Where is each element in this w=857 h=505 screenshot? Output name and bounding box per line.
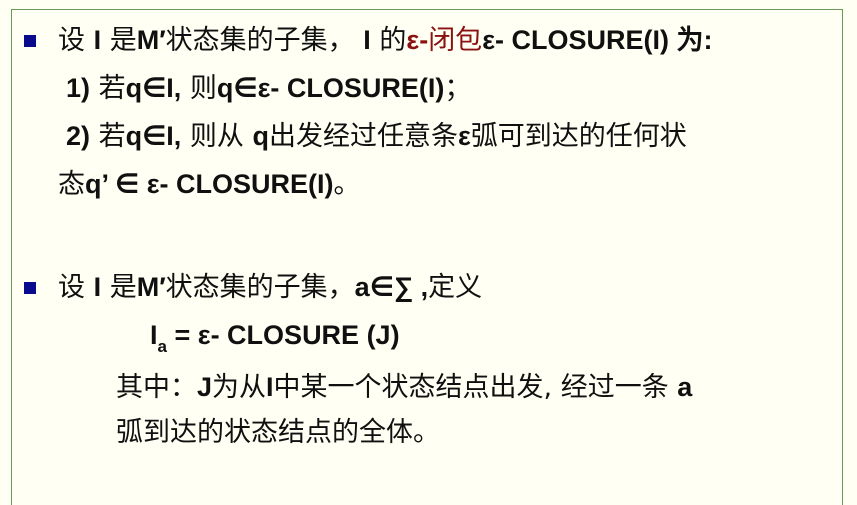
subscript-a: a xyxy=(157,337,167,356)
rule-1-line: 1) 若q∈I, 则q∈ε- CLOSURE(I)； xyxy=(66,71,471,106)
text: 为: xyxy=(669,25,713,55)
text: 状态集的子集， xyxy=(165,272,355,303)
closure-term: 闭包 xyxy=(428,25,483,56)
text: 若 xyxy=(90,73,126,104)
definition-closure-line: 设 I 是M′状态集的子集， I 的ε-闭包ε- CLOSURE(I) 为: xyxy=(58,23,713,58)
var-i: I xyxy=(150,320,158,350)
epsilon: ε xyxy=(457,121,471,151)
text: 是 xyxy=(101,272,137,303)
var-i: I xyxy=(363,25,371,55)
rule-2-continuation-line: 态q’ ∈ ε- CLOSURE(I)。 xyxy=(58,167,361,202)
text: 出发经过任意条 xyxy=(268,121,458,152)
slide: 设 I 是M′状态集的子集， I 的ε-闭包ε- CLOSURE(I) 为: 1… xyxy=(0,0,857,505)
text: 弧可到达的任何状 xyxy=(470,121,687,152)
result-expression: q∈ε- CLOSURE(I) xyxy=(216,73,445,103)
var-a: a xyxy=(677,372,693,402)
text: 设 xyxy=(58,272,94,303)
var-i: I xyxy=(93,272,102,302)
text: 态 xyxy=(58,169,85,200)
closure-expression: ε- CLOSURE(I) xyxy=(482,25,669,55)
bullet-1 xyxy=(24,35,36,47)
item-number: 1) xyxy=(66,73,91,103)
text: 为从 xyxy=(212,372,267,403)
text: 定义 xyxy=(428,272,483,303)
description-line-2: 弧到达的状态结点的全体。 xyxy=(116,416,440,450)
text: 则从 xyxy=(181,121,253,152)
text: 设 xyxy=(58,25,94,56)
formula-line: Ia = ε- CLOSURE (J) xyxy=(150,318,400,356)
text: 的 xyxy=(370,25,407,56)
text: 。 xyxy=(333,169,361,200)
var-m: M′ xyxy=(136,272,166,302)
condition: a∈∑ , xyxy=(354,272,429,302)
var-m: M′ xyxy=(136,25,166,55)
formula-expression: = ε- CLOSURE (J) xyxy=(166,320,400,350)
text: 中某一个状态结点出发, 经过一条 xyxy=(273,372,678,403)
var-i: I xyxy=(93,25,102,55)
text: 若 xyxy=(90,121,126,152)
text: 其中： xyxy=(116,372,197,403)
result-expression: q’ ∈ ε- CLOSURE(I) xyxy=(85,169,334,199)
rule-2-line: 2) 若q∈I, 则从 q出发经过任意条ε弧可到达的任何状 xyxy=(66,119,687,154)
var-q: q xyxy=(252,121,269,151)
text: 则 xyxy=(181,73,217,104)
text: 弧到达的状态结点的全体。 xyxy=(116,417,440,448)
definition-ia-line: 设 I 是M′状态集的子集，a∈∑ ,定义 xyxy=(58,270,482,305)
condition: q∈I, xyxy=(125,73,182,103)
text: ； xyxy=(444,73,472,104)
var-j: J xyxy=(197,372,213,402)
item-number: 2) xyxy=(66,121,91,151)
var-i: I xyxy=(266,372,274,402)
text: 状态集的子集， xyxy=(165,25,364,56)
epsilon-highlight: ε- xyxy=(406,25,429,55)
bullet-2 xyxy=(24,282,36,294)
condition: q∈I, xyxy=(125,121,182,151)
text: 是 xyxy=(101,25,137,56)
description-line-1: 其中：J为从I中某一个状态结点出发, 经过一条 a xyxy=(116,370,692,405)
